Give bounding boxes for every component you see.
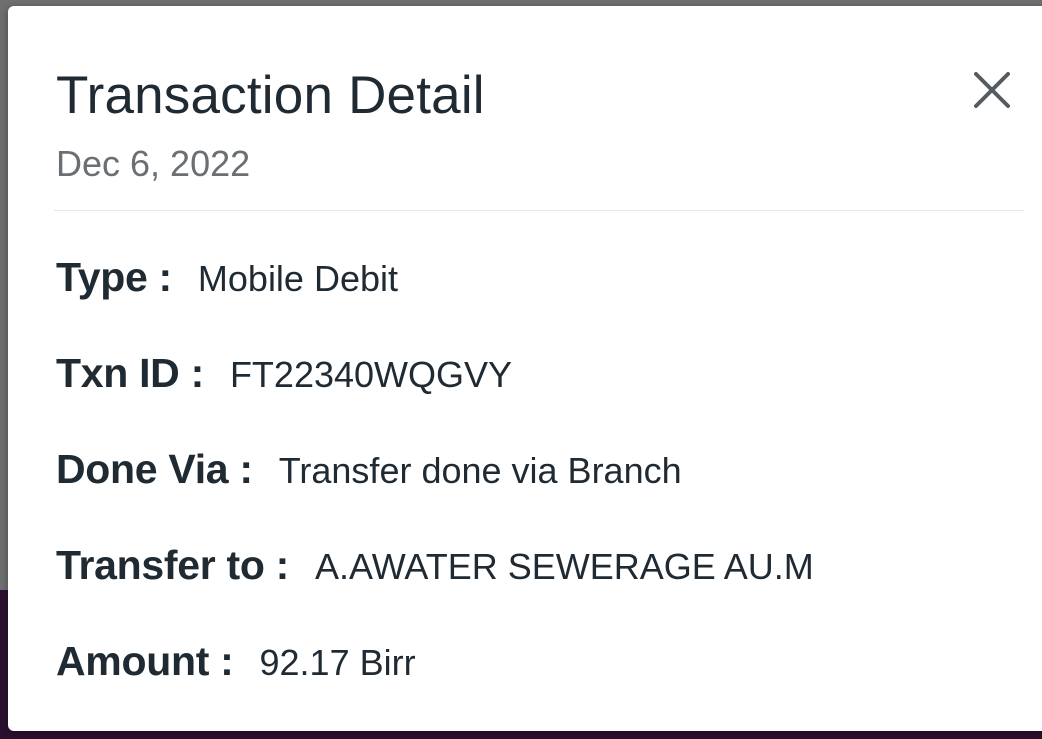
- transaction-detail-dialog: Transaction Detail Dec 6, 2022 Type : Mo…: [8, 6, 1042, 731]
- amount-label: Amount :: [56, 638, 234, 684]
- done-via-label: Done Via :: [56, 446, 253, 492]
- transfer-to-label: Transfer to :: [56, 542, 290, 588]
- txn-id-value: FT22340WQGVY: [229, 354, 513, 395]
- detail-row-amount: Amount : 92.17 Birr: [56, 638, 416, 685]
- detail-row-type: Type : Mobile Debit: [56, 254, 398, 301]
- detail-row-transfer-to: Transfer to : A.AWATER SEWERAGE AU.M: [56, 542, 814, 589]
- amount-value: 92.17 Birr: [259, 642, 416, 683]
- txn-id-label: Txn ID :: [56, 350, 204, 396]
- header-divider: [54, 210, 1024, 211]
- detail-row-txn-id: Txn ID : FT22340WQGVY: [56, 350, 512, 397]
- detail-row-done-via: Done Via : Transfer done via Branch: [56, 446, 682, 493]
- done-via-value: Transfer done via Branch: [278, 450, 682, 491]
- close-icon: [974, 72, 1010, 108]
- transaction-date: Dec 6, 2022: [56, 143, 251, 184]
- close-button[interactable]: [970, 68, 1014, 112]
- dialog-title: Transaction Detail: [56, 66, 485, 125]
- type-value: Mobile Debit: [197, 258, 398, 299]
- type-label: Type :: [56, 254, 172, 300]
- transfer-to-value: A.AWATER SEWERAGE AU.M: [315, 546, 814, 587]
